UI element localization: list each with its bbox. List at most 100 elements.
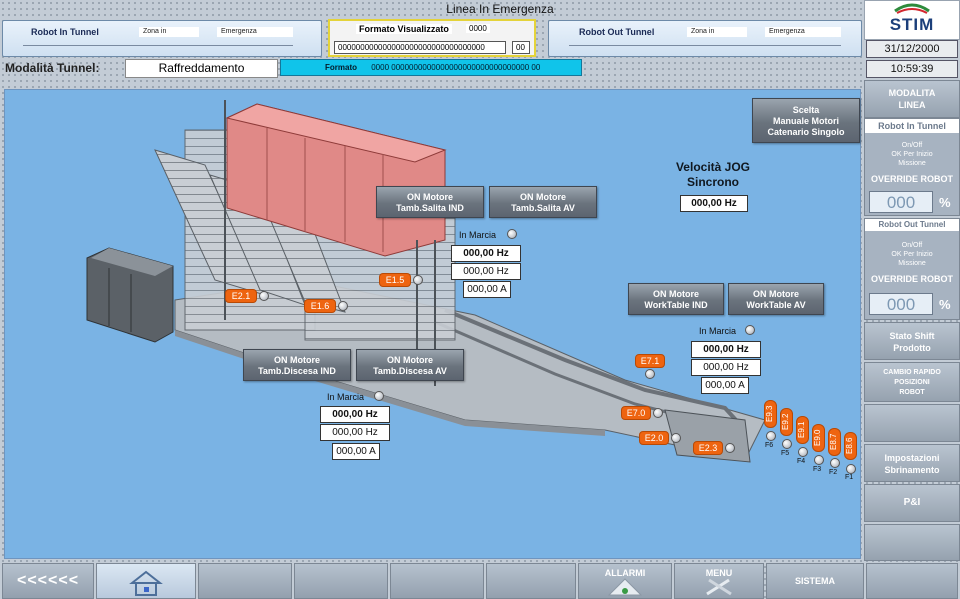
discesa-in-marcia-led (374, 391, 384, 401)
discesa-in-marcia-label: In Marcia (327, 392, 365, 402)
bottom-empty-5[interactable] (866, 563, 958, 599)
modalita-linea-button[interactable]: MODALITA LINEA (864, 80, 960, 118)
f-tag-1: F1 (845, 474, 854, 481)
bottom-empty-1[interactable] (198, 563, 292, 599)
sensor-tag-e7-1[interactable]: E7.1 (635, 354, 665, 368)
salita-in-marcia-led (507, 229, 517, 239)
worktable-in-marcia-led (745, 325, 755, 335)
formato-value: 0000 0000000000000000000000000000000 00 (371, 63, 541, 72)
sensor-led-e8-7 (830, 458, 840, 468)
sensor-tag-e2-1[interactable]: E2.1 (225, 289, 257, 303)
motore-discesa-ind-button[interactable]: ON Motore Tamb.Discesa IND (243, 349, 351, 381)
motore-worktable-av-button[interactable]: ON Motore WorkTable AV (728, 283, 824, 315)
allarmi-button[interactable]: ALLARMI (578, 563, 672, 599)
velocita-jog-value[interactable]: 000,00 Hz (680, 195, 748, 212)
sensor-led-e9-0 (814, 455, 824, 465)
modalita-tunnel-value[interactable]: Raffreddamento (125, 59, 278, 78)
robot-in-divider (23, 45, 293, 46)
override-out-input[interactable]: 000 (869, 293, 933, 315)
formato-bar: Formato 0000 000000000000000000000000000… (280, 59, 582, 76)
main-synoptic: Scelta Manuale Motori Catenario Singolo … (4, 89, 861, 559)
stim-logo-text: STIM (889, 15, 935, 34)
override-in-percent: % (939, 195, 951, 210)
sensor-led-e8-6 (846, 464, 856, 474)
impostazioni-sbrinamento-button[interactable]: Impostazioni Sbrinamento (864, 444, 960, 482)
f-tag-5: F5 (781, 450, 790, 457)
sensor-led-e1-5 (413, 275, 423, 285)
robot-in-onoff-button[interactable]: On/Off OK Per Inizio Missione (865, 141, 959, 168)
sensor-tag-e1-5[interactable]: E1.5 (379, 273, 411, 287)
formato-visualizzato-digits: 000000000000000000000000000000000 (334, 41, 506, 54)
motore-discesa-av-button[interactable]: ON Motore Tamb.Discesa AV (356, 349, 464, 381)
formato-visualizzato-code: 0000 (466, 24, 490, 33)
robot-out-onoff-button[interactable]: On/Off OK Per Inizio Missione (865, 241, 959, 268)
motore-salita-av-button[interactable]: ON Motore Tamb.Salita AV (489, 186, 597, 218)
bottom-empty-3[interactable] (390, 563, 484, 599)
formato-label: Formato (325, 63, 357, 72)
formato-visualizzato-suffix: 00 (512, 41, 530, 54)
discesa-hz-bold: 000,00 Hz (320, 406, 390, 423)
f-tag-2: F2 (829, 469, 838, 476)
robot-out-section: Robot Out Tunnel On/Off OK Per Inizio Mi… (864, 218, 960, 320)
sensor-tag-e2-0[interactable]: E2.0 (639, 431, 669, 445)
sensor-led-e1-6 (338, 301, 348, 311)
velocita-jog-title: Velocità JOG Sincrono (675, 160, 751, 189)
sistema-button[interactable]: SISTEMA (766, 563, 864, 599)
scelta-manuale-motori-button[interactable]: Scelta Manuale Motori Catenario Singolo (752, 98, 860, 143)
back-button[interactable]: <<<<<< (2, 563, 94, 599)
sensor-tag-e9-2[interactable]: E9.2 (780, 408, 793, 436)
tools-icon (706, 578, 732, 596)
bottom-empty-4[interactable] (486, 563, 576, 599)
sensor-led-e9-2 (782, 439, 792, 449)
modalita-tunnel-label: Modalità Tunnel: (5, 61, 100, 75)
sensor-tag-e9-0[interactable]: E9.0 (812, 424, 825, 452)
sensor-tag-e8-7[interactable]: E8.7 (828, 428, 841, 456)
allarmi-label: ALLARMI (604, 568, 646, 578)
sensor-tag-e9-3[interactable]: E9.3 (764, 400, 777, 428)
override-in-label: OVERRIDE ROBOT (870, 174, 953, 184)
menu-button[interactable]: MENU (674, 563, 764, 599)
sensor-led-e7-0 (653, 408, 663, 418)
motore-worktable-ind-button[interactable]: ON Motore WorkTable IND (628, 283, 724, 315)
robot-out-zona: Zona in (687, 27, 747, 37)
pi-button[interactable]: P&I (864, 484, 960, 522)
robot-out-header: Robot Out Tunnel (865, 219, 959, 231)
sensor-led-e7-1 (645, 369, 655, 379)
salita-hz: 000,00 Hz (451, 263, 521, 280)
stato-shift-button[interactable]: Stato Shift Prodotto (864, 322, 960, 360)
robot-out-divider (569, 45, 841, 46)
motore-salita-ind-button[interactable]: ON Motore Tamb.Salita IND (376, 186, 484, 218)
discesa-amp: 000,00 A (332, 443, 380, 460)
sensor-tag-e1-6[interactable]: E1.6 (304, 299, 336, 313)
robot-in-title: Robot In Tunnel (31, 27, 99, 37)
salita-hz-bold: 000,00 Hz (451, 245, 521, 262)
sensor-tag-e9-1[interactable]: E9.1 (796, 416, 809, 444)
home-button[interactable] (96, 563, 196, 599)
empty-right-button[interactable] (864, 404, 960, 442)
worktable-amp: 000,00 A (701, 377, 749, 394)
stim-logo: STIM (864, 0, 960, 40)
home-icon (129, 570, 163, 596)
sensor-led-e9-1 (798, 447, 808, 457)
sensor-tag-e7-0[interactable]: E7.0 (621, 406, 651, 420)
formato-visualizzato-box: Formato Visualizzato 0000 00000000000000… (328, 19, 536, 57)
cambio-rapido-button[interactable]: CAMBIO RAPIDO POSIZIONI ROBOT (864, 362, 960, 402)
f-tag-4: F4 (797, 458, 806, 465)
robot-in-zona: Zona in (139, 27, 199, 37)
f-tag-3: F3 (813, 466, 822, 473)
robot-out-title: Robot Out Tunnel (579, 27, 655, 37)
override-out-label: OVERRIDE ROBOT (870, 274, 953, 284)
override-in-input[interactable]: 000 (869, 191, 933, 213)
sensor-tag-e8-6[interactable]: E8.6 (844, 432, 857, 460)
alarm-bell-icon (607, 578, 643, 596)
robot-out-emergenza: Emergenza (765, 27, 841, 37)
top-bar: Linea In Emergenza Robot In Tunnel Zona … (0, 0, 864, 86)
empty-right-button-2[interactable] (864, 524, 960, 561)
override-out-percent: % (939, 297, 951, 312)
sensor-led-e2-0 (671, 433, 681, 443)
robot-in-section: Robot In Tunnel On/Off OK Per Inizio Mis… (864, 118, 960, 216)
f-tag-6: F6 (765, 442, 774, 449)
bottom-empty-2[interactable] (294, 563, 388, 599)
alarm-title: Linea In Emergenza (446, 2, 554, 16)
sensor-tag-e2-3[interactable]: E2.3 (693, 441, 723, 455)
